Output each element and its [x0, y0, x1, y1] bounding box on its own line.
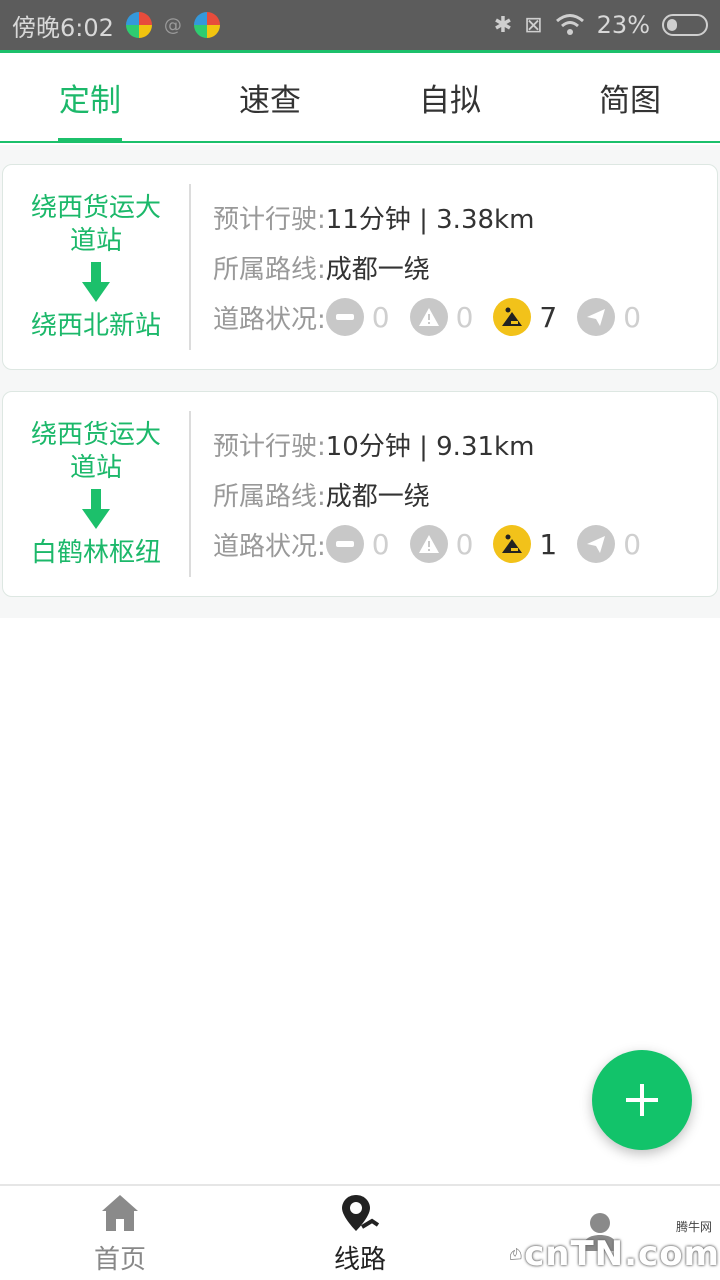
construction-icon	[493, 298, 532, 336]
tab-quick-search[interactable]: 速查	[180, 53, 360, 141]
app-notification-icon-2	[193, 12, 220, 38]
construction-count: 7	[539, 300, 558, 334]
report-count: 0	[623, 527, 642, 561]
tab-simple-map[interactable]: 简图	[540, 53, 720, 141]
bluetooth-icon: ✱	[493, 12, 513, 38]
construction-status: 7	[493, 298, 557, 336]
route-label: 所属路线:	[213, 254, 326, 285]
arrow-down-icon	[82, 488, 110, 529]
warning-status: 0	[409, 298, 474, 336]
battery-icon	[662, 14, 708, 36]
route-row: 所属路线: 成都一绕	[213, 249, 717, 285]
nav-home-label: 首页	[93, 1244, 146, 1275]
condition-label: 道路状况:	[213, 531, 326, 562]
battery-percent: 23%	[596, 11, 650, 39]
app-notification-icon	[125, 12, 152, 38]
tab-custom[interactable]: 定制	[0, 53, 180, 143]
warning-count: 0	[455, 300, 474, 334]
travel-value: 10分钟 | 9.31km	[325, 431, 535, 462]
no-entry-icon	[325, 525, 364, 563]
closure-count: 0	[371, 527, 390, 561]
arrow-down-icon	[82, 261, 110, 302]
condition-row: 道路状况: 0 0 7 0	[213, 298, 717, 336]
status-bar: 傍晚6:02 @ ✱ ⊠ 23%	[0, 0, 720, 50]
route-list: 绕西货运大道站 绕西北新站 预计行驶: 11分钟 | 3.38km 所属路线: …	[0, 145, 720, 618]
warning-count: 0	[455, 527, 474, 561]
nav-route[interactable]: 线路	[240, 1186, 480, 1280]
report-status: 0	[577, 525, 641, 563]
route-stations: 绕西货运大道站 绕西北新站	[3, 165, 189, 369]
tab-self-plan[interactable]: 自拟	[360, 53, 540, 141]
travel-row: 预计行驶: 11分钟 | 3.38km	[213, 199, 717, 235]
travel-row: 预计行驶: 10分钟 | 9.31km	[213, 426, 717, 462]
to-station: 白鹤林枢纽	[30, 537, 161, 568]
condition-label: 道路状况:	[213, 304, 326, 335]
from-station: 绕西货运大道站	[30, 419, 161, 483]
watermark: cnTN.com 腾牛网	[508, 1220, 720, 1280]
status-right: ✱ ⊠ 23%	[494, 11, 708, 39]
status-left: 傍晚6:02 @	[12, 8, 220, 43]
route-value: 成都一绕	[325, 254, 430, 285]
add-route-button[interactable]	[592, 1050, 692, 1150]
warning-icon	[409, 298, 448, 336]
closure-count: 0	[371, 300, 390, 334]
report-status: 0	[577, 298, 641, 336]
closure-status: 0	[325, 525, 390, 563]
construction-status: 1	[493, 525, 557, 563]
no-sim-icon: ⊠	[524, 12, 543, 38]
condition-row: 道路状况: 0 0 1 0	[213, 525, 717, 563]
warning-icon	[409, 525, 448, 563]
to-station: 绕西北新站	[30, 310, 161, 341]
route-row: 所属路线: 成都一绕	[213, 476, 717, 512]
send-icon	[577, 298, 616, 336]
watermark-small-text: 腾牛网	[675, 1220, 712, 1234]
nav-route-label: 线路	[333, 1244, 386, 1275]
warning-status: 0	[409, 525, 474, 563]
watermark-text: cnTN.com	[524, 1234, 720, 1274]
route-stations: 绕西货运大道站 白鹤林枢纽	[3, 392, 189, 596]
at-icon: @	[163, 14, 182, 36]
construction-count: 1	[539, 527, 558, 561]
travel-label: 预计行驶:	[213, 431, 326, 462]
route-card[interactable]: 绕西货运大道站 白鹤林枢纽 预计行驶: 10分钟 | 9.31km 所属路线: …	[2, 391, 718, 597]
bull-logo-icon	[510, 1247, 522, 1260]
route-label: 所属路线:	[213, 481, 326, 512]
wifi-icon	[555, 14, 584, 35]
route-pin-icon	[342, 1194, 380, 1231]
report-count: 0	[623, 300, 642, 334]
status-time: 傍晚6:02	[12, 13, 114, 42]
home-icon	[102, 1194, 138, 1231]
route-value: 成都一绕	[325, 481, 430, 512]
top-tabs: 定制 速查 自拟 简图	[0, 53, 720, 143]
closure-status: 0	[325, 298, 390, 336]
nav-home[interactable]: 首页	[0, 1186, 240, 1280]
send-icon	[577, 525, 616, 563]
route-info: 预计行驶: 11分钟 | 3.38km 所属路线: 成都一绕 道路状况: 0 0…	[191, 165, 717, 369]
no-entry-icon	[325, 298, 364, 336]
from-station: 绕西货运大道站	[30, 192, 161, 256]
travel-value: 11分钟 | 3.38km	[325, 204, 535, 235]
route-card[interactable]: 绕西货运大道站 绕西北新站 预计行驶: 11分钟 | 3.38km 所属路线: …	[2, 164, 718, 370]
construction-icon	[493, 525, 532, 563]
travel-label: 预计行驶:	[213, 204, 326, 235]
route-info: 预计行驶: 10分钟 | 9.31km 所属路线: 成都一绕 道路状况: 0 0…	[191, 392, 717, 596]
plus-icon	[626, 1084, 658, 1116]
